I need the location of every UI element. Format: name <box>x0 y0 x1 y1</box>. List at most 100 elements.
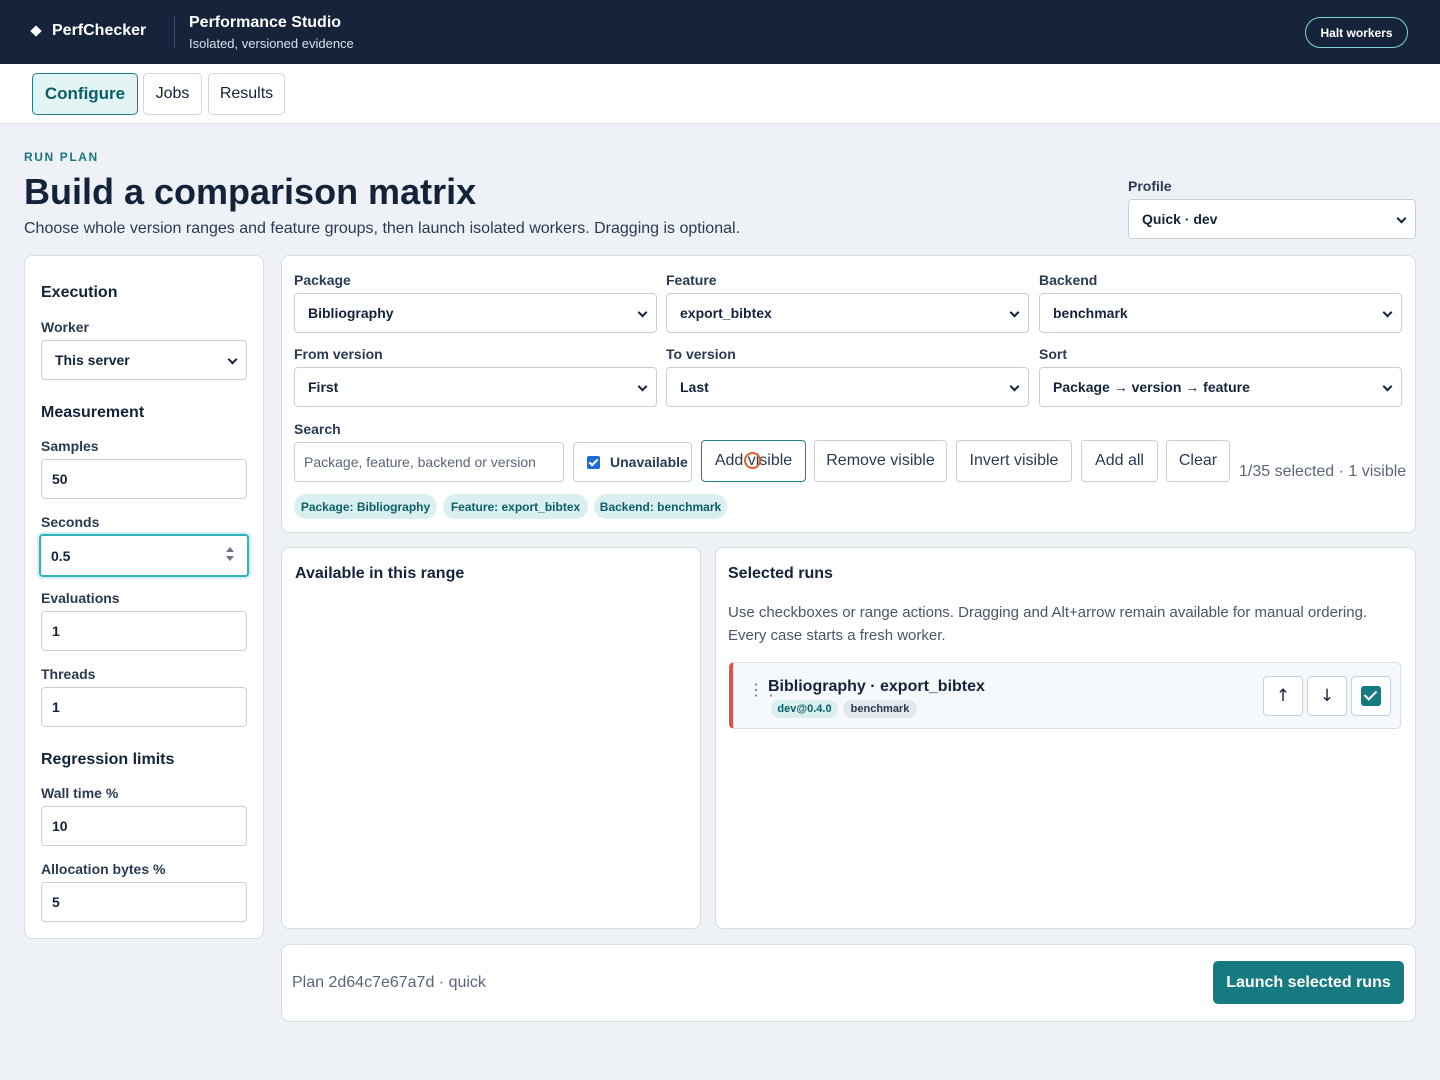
seconds-input[interactable]: 0.5 <box>39 534 249 577</box>
cursor-indicator <box>744 452 761 469</box>
execution-title: Execution <box>41 284 118 301</box>
add-all-button[interactable]: Add all <box>1081 440 1158 482</box>
available-title: Available in this range <box>295 565 465 582</box>
chevron-down-icon <box>637 307 648 318</box>
sort-label: Sort <box>1039 346 1067 362</box>
clear-button[interactable]: Clear <box>1166 440 1230 482</box>
package-value: Bibliography <box>308 305 394 321</box>
evaluations-input[interactable]: 1 <box>41 611 247 651</box>
chevron-down-icon <box>1009 381 1020 392</box>
chevron-down-icon <box>1382 381 1393 392</box>
halt-workers-button[interactable]: Halt workers <box>1305 17 1408 48</box>
backend-value: benchmark <box>1053 305 1128 321</box>
arrow-down-icon: ↓ <box>1319 686 1335 706</box>
spinner-icon[interactable] <box>225 546 235 562</box>
evaluations-value: 1 <box>52 623 60 639</box>
chevron-down-icon <box>1009 307 1020 318</box>
search-input[interactable]: Package, feature, backend or version <box>294 442 564 482</box>
threads-input[interactable]: 1 <box>41 687 247 727</box>
allocation-value: 5 <box>52 894 60 910</box>
page-title: Build a comparison matrix <box>24 171 477 212</box>
studio-heading: Performance Studio Isolated, versioned e… <box>189 14 354 51</box>
sort-value: Package → version → feature <box>1053 379 1250 395</box>
feature-label: Feature <box>666 272 717 288</box>
from-version-select[interactable]: First <box>294 367 657 407</box>
allocation-label: Allocation bytes % <box>41 861 166 877</box>
eyebrow: RUN PLAN <box>24 150 99 164</box>
brand-logo[interactable]: PerfChecker <box>30 22 147 40</box>
selected-run-item[interactable]: ⋮⋮ Bibliography · export_bibtex dev@0.4.… <box>729 662 1401 729</box>
wall-time-label: Wall time % <box>41 785 119 801</box>
tab-jobs[interactable]: Jobs <box>143 73 202 115</box>
chevron-down-icon <box>1382 307 1393 318</box>
to-version-label: To version <box>666 346 736 362</box>
from-version-value: First <box>308 379 339 395</box>
top-bar: PerfChecker Performance Studio Isolated,… <box>0 0 1440 64</box>
profile-label: Profile <box>1128 178 1172 194</box>
arrow-up-icon: ↑ <box>1275 686 1291 706</box>
filter-chip-package[interactable]: Package: Bibliography <box>294 494 437 519</box>
to-version-select[interactable]: Last <box>666 367 1029 407</box>
sort-select[interactable]: Package → version → feature <box>1039 367 1402 407</box>
from-version-label: From version <box>294 346 383 362</box>
header-divider <box>174 16 175 48</box>
search-label: Search <box>294 421 341 437</box>
available-panel <box>281 547 701 929</box>
chevron-down-icon <box>227 354 238 365</box>
profile-select[interactable]: Quick · dev <box>1128 199 1416 239</box>
launch-selected-runs-button[interactable]: Launch selected runs <box>1213 961 1404 1004</box>
package-label: Package <box>294 272 351 288</box>
drag-handle-icon[interactable]: ⋮⋮ <box>748 683 779 699</box>
page-lead: Choose whole version ranges and feature … <box>24 220 740 237</box>
measurement-title: Measurement <box>41 404 145 421</box>
run-select-checkbox[interactable] <box>1351 676 1391 716</box>
diamond-icon <box>30 25 42 37</box>
filter-chip-feature[interactable]: Feature: export_bibtex <box>443 494 588 519</box>
samples-input[interactable]: 50 <box>41 459 247 499</box>
tab-configure[interactable]: Configure <box>32 73 138 115</box>
worker-select[interactable]: This server <box>41 340 247 380</box>
package-select[interactable]: Bibliography <box>294 293 657 333</box>
selected-help: Use checkboxes or range actions. Draggin… <box>728 604 1368 644</box>
checkbox-checked-icon[interactable] <box>587 455 600 469</box>
chevron-down-icon <box>1396 213 1407 224</box>
move-up-button[interactable]: ↑ <box>1263 676 1303 716</box>
tab-results[interactable]: Results <box>208 73 285 115</box>
allocation-input[interactable]: 5 <box>41 882 247 922</box>
plan-id: Plan 2d64c7e67a7d · quick <box>292 974 486 991</box>
selection-count: 1/35 selected · 1 visible <box>1239 463 1407 480</box>
worker-label: Worker <box>41 319 89 335</box>
invert-visible-button[interactable]: Invert visible <box>956 440 1072 482</box>
samples-label: Samples <box>41 438 99 454</box>
backend-label: Backend <box>1039 272 1098 288</box>
chevron-down-icon <box>637 381 648 392</box>
unavailable-toggle[interactable]: Unavailable <box>573 442 692 482</box>
version-tag: dev@0.4.0 <box>771 700 838 718</box>
evaluations-label: Evaluations <box>41 590 120 606</box>
backend-tag: benchmark <box>843 700 917 718</box>
brand-name: PerfChecker <box>52 22 147 39</box>
unavailable-label: Unavailable <box>610 454 688 470</box>
to-version-value: Last <box>680 379 709 395</box>
seconds-label: Seconds <box>41 514 100 530</box>
wall-time-input[interactable]: 10 <box>41 806 247 846</box>
move-down-button[interactable]: ↓ <box>1307 676 1347 716</box>
filter-chip-backend[interactable]: Backend: benchmark <box>594 494 727 519</box>
checkbox-checked-icon <box>1361 686 1381 706</box>
tab-bar: Configure Jobs Results <box>0 64 1440 124</box>
remove-visible-button[interactable]: Remove visible <box>814 440 947 482</box>
regression-title: Regression limits <box>41 751 175 768</box>
wall-time-value: 10 <box>52 818 68 834</box>
samples-value: 50 <box>52 471 68 487</box>
search-placeholder: Package, feature, backend or version <box>304 454 536 470</box>
studio-subtitle: Isolated, versioned evidence <box>189 36 354 51</box>
run-title: Bibliography · export_bibtex <box>768 678 985 695</box>
feature-select[interactable]: export_bibtex <box>666 293 1029 333</box>
profile-value: Quick · dev <box>1142 211 1218 227</box>
backend-select[interactable]: benchmark <box>1039 293 1402 333</box>
threads-label: Threads <box>41 666 96 682</box>
studio-title: Performance Studio <box>189 14 342 31</box>
worker-value: This server <box>55 352 130 368</box>
threads-value: 1 <box>52 699 60 715</box>
feature-value: export_bibtex <box>680 305 772 321</box>
